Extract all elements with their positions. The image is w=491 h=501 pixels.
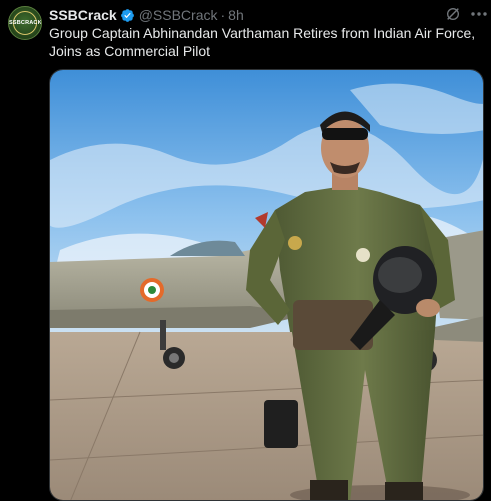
- more-icon[interactable]: [471, 12, 487, 16]
- post-media[interactable]: [49, 69, 484, 501]
- author-handle[interactable]: @SSBCrack: [139, 7, 218, 23]
- author-name[interactable]: SSBCrack: [49, 7, 117, 23]
- media-photo: [50, 70, 483, 500]
- avatar-text: SSBCRACK: [9, 20, 42, 26]
- post-header: SSBCrack @SSBCrack · 8h: [49, 6, 244, 24]
- separator-dot: ·: [220, 7, 226, 23]
- avatar[interactable]: SSBCRACK: [8, 6, 42, 40]
- post-time[interactable]: 8h: [228, 7, 244, 23]
- post-text: Group Captain Abhinandan Varthaman Retir…: [49, 25, 476, 59]
- verified-badge-icon: [120, 8, 134, 22]
- post[interactable]: SSBCRACK SSBCrack @SSBCrack · 8h Group C…: [0, 0, 491, 501]
- grok-icon[interactable]: [445, 6, 461, 22]
